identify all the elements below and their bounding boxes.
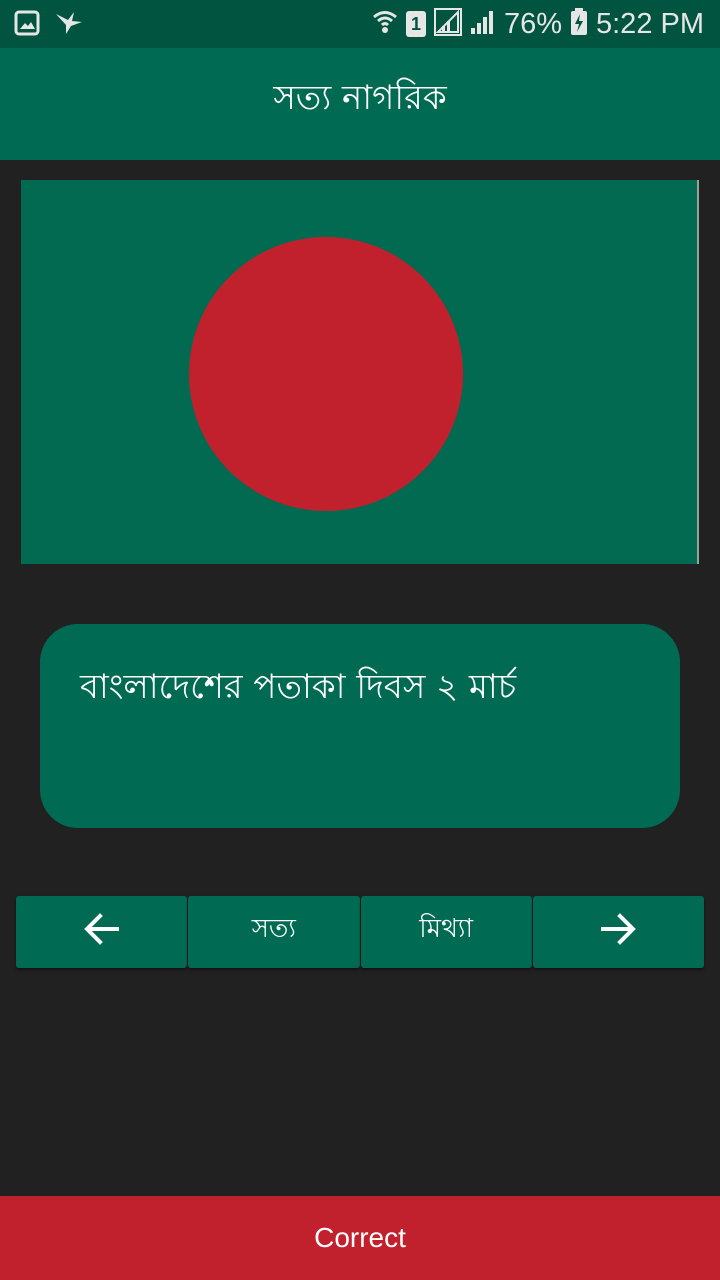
wifi-icon	[372, 8, 398, 40]
status-notification-icons	[14, 10, 84, 40]
gallery-icon	[14, 10, 40, 40]
bird-notification-icon	[54, 10, 84, 40]
false-button-label: মিথ্যা	[419, 914, 474, 944]
flag-red-disc	[189, 237, 463, 511]
true-button[interactable]: সত্য	[188, 896, 360, 968]
battery-charging-icon	[570, 8, 588, 40]
next-button[interactable]	[532, 896, 704, 968]
previous-button[interactable]	[16, 896, 188, 968]
sim-number: 1	[410, 14, 421, 34]
arrow-left-icon	[83, 912, 120, 952]
question-text: বাংলাদেশের পতাকা দিবস ২ মার্চ	[80, 667, 517, 707]
arrow-right-icon	[600, 912, 637, 952]
clock: 5:22 PM	[596, 8, 704, 40]
battery-percent: 76%	[503, 8, 562, 40]
false-button[interactable]: মিথ্যা	[360, 896, 532, 968]
bangladesh-flag-image	[21, 180, 699, 564]
result-banner: Correct	[0, 1196, 720, 1280]
app-bar: সত্য নাগরিক	[0, 48, 720, 160]
signal-icon	[433, 8, 462, 40]
app-title: সত্য নাগরিক	[273, 77, 447, 118]
status-system-icons: 1 76% 5:22 PM	[372, 6, 704, 42]
sim-1-icon: 1	[405, 11, 426, 37]
true-button-label: সত্য	[251, 914, 296, 944]
status-bar: 1 76% 5:22 PM	[0, 0, 720, 48]
result-text: Correct	[314, 1222, 406, 1253]
signal-icon	[470, 8, 496, 40]
question-card: বাংলাদেশের পতাকা দিবস ২ মার্চ	[40, 624, 680, 828]
answer-button-row: সত্য মিথ্যা	[16, 896, 704, 968]
